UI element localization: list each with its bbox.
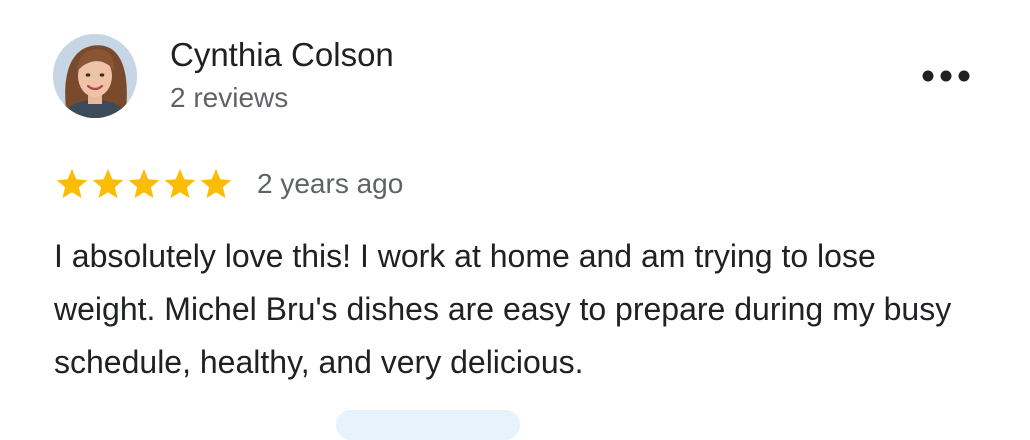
star-icon <box>163 167 197 201</box>
more-options-button[interactable] <box>914 58 978 94</box>
star-icon <box>199 167 233 201</box>
avatar[interactable] <box>53 34 137 118</box>
star-rating <box>55 167 235 201</box>
author-name[interactable]: Cynthia Colson <box>170 36 394 74</box>
star-icon <box>127 167 161 201</box>
review-count: 2 reviews <box>170 82 289 113</box>
review-text: I absolutely love this! I work at home a… <box>54 238 952 380</box>
rating-row: 2 years ago <box>55 164 403 204</box>
review-card: Cynthia Colson 2 reviews 2 years ago I a… <box>0 0 1030 440</box>
review-date: 2 years ago <box>257 168 404 199</box>
reaction-chip[interactable] <box>336 410 520 440</box>
star-icon <box>55 167 89 201</box>
star-icon <box>91 167 125 201</box>
more-horizontal-icon <box>920 70 972 82</box>
